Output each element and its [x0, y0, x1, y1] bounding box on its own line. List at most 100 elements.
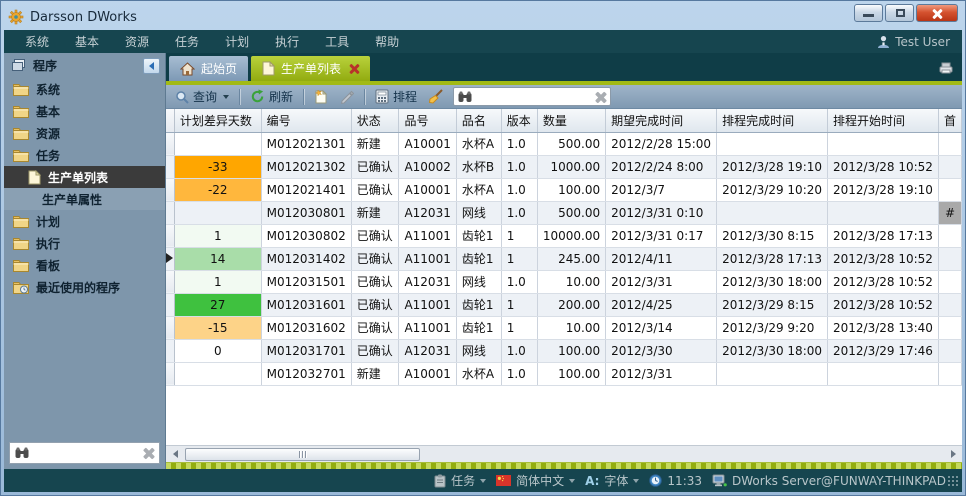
cell-item-name: 齿轮1 [456, 247, 501, 270]
query-button[interactable]: 查询 [171, 87, 233, 106]
column-header-5[interactable]: 版本 [501, 109, 537, 132]
sidebar-item-7[interactable]: 执行 [4, 232, 165, 254]
window-title: Darsson DWorks [30, 10, 137, 25]
sidebar-item-5[interactable]: 生产单属性 [4, 188, 165, 210]
scrollbar-thumb[interactable] [185, 448, 420, 461]
cell-order-no: M012021401 [261, 178, 351, 201]
row-selector-cell[interactable] [166, 247, 174, 270]
menu-item-5[interactable]: 执行 [262, 33, 312, 50]
edit-button[interactable] [335, 88, 358, 105]
row-selector-cell[interactable] [166, 132, 174, 155]
column-header-6[interactable]: 数量 [537, 109, 605, 132]
row-selector-cell[interactable] [166, 293, 174, 316]
cell-order-no: M012030802 [261, 224, 351, 247]
maximize-button[interactable] [885, 4, 914, 22]
column-header-7[interactable]: 期望完成时间 [606, 109, 717, 132]
user-indicator[interactable]: Test User [877, 35, 954, 49]
cell-plan-diff-days: -15 [174, 316, 261, 339]
cell-qty: 10.00 [537, 316, 605, 339]
row-selector-cell[interactable] [166, 224, 174, 247]
menu-item-2[interactable]: 资源 [112, 33, 162, 50]
new-button[interactable] [310, 88, 332, 106]
scroll-right-button[interactable] [945, 447, 961, 461]
table-row[interactable]: -33M012021302已确认A10002水杯B1.01000.002012/… [166, 155, 962, 178]
cell-sched-start-time: 2012/3/28 10:52 [828, 270, 939, 293]
sidebar-search-input[interactable] [33, 446, 138, 460]
close-button[interactable] [916, 4, 958, 22]
column-header-1[interactable]: 编号 [261, 109, 351, 132]
column-header-0[interactable]: 计划差异天数 [174, 109, 261, 132]
scroll-left-button[interactable] [167, 447, 183, 461]
menu-item-4[interactable]: 计划 [212, 33, 262, 50]
sidebar-item-8[interactable]: 看板 [4, 254, 165, 276]
column-header-3[interactable]: 品号 [399, 109, 456, 132]
cell-status: 已确认 [351, 247, 399, 270]
search-icon [175, 90, 189, 104]
menu-item-1[interactable]: 基本 [62, 33, 112, 50]
column-header-9[interactable]: 排程开始时间 [828, 109, 939, 132]
table-row[interactable]: M012030801新建A12031网线1.0500.002012/3/31 0… [166, 201, 962, 224]
tab-1[interactable]: 生产单列表 [251, 56, 370, 81]
table-row[interactable]: -22M012021401已确认A10001水杯A1.0100.002012/3… [166, 178, 962, 201]
sidebar-search-clear-icon[interactable] [142, 447, 154, 459]
menu-item-7[interactable]: 帮助 [362, 33, 412, 50]
toolbar-search-input[interactable] [476, 90, 590, 104]
content-area: 起始页生产单列表 [166, 53, 962, 469]
row-selector-cell[interactable] [166, 201, 174, 224]
horizontal-scrollbar[interactable] [166, 445, 962, 462]
menu-item-3[interactable]: 任务 [162, 33, 212, 50]
row-selector-cell[interactable] [166, 339, 174, 362]
table-row[interactable]: 1M012031501已确认A12031网线1.010.002012/3/312… [166, 270, 962, 293]
cell-overflow [938, 247, 961, 270]
sidebar-item-2[interactable]: 资源 [4, 122, 165, 144]
tab-0[interactable]: 起始页 [169, 56, 248, 81]
row-selector-cell[interactable] [166, 362, 174, 385]
sidebar-collapse-button[interactable] [143, 58, 160, 74]
tab-list-icon[interactable] [938, 62, 954, 75]
sidebar-item-1[interactable]: 基本 [4, 100, 165, 122]
table-row[interactable]: M012021301新建A10001水杯A1.0500.002012/2/28 … [166, 132, 962, 155]
table-row[interactable]: 27M012031601已确认A11001齿轮11200.002012/4/25… [166, 293, 962, 316]
cell-item-no: A11001 [399, 293, 456, 316]
sidebar-search-box [9, 442, 160, 464]
cell-qty: 500.00 [537, 201, 605, 224]
table-row[interactable]: 14M012031402已确认A11001齿轮11245.002012/4/11… [166, 247, 962, 270]
sidebar-item-9[interactable]: 最近使用的程序 [4, 276, 165, 298]
clean-button[interactable] [424, 88, 448, 105]
table-row[interactable]: 1M012030802已确认A11001齿轮1110000.002012/3/3… [166, 224, 962, 247]
column-header-8[interactable]: 排程完成时间 [717, 109, 828, 132]
column-header-4[interactable]: 品名 [456, 109, 501, 132]
minimize-button[interactable] [854, 4, 883, 22]
statusbar-clock: 11:33 [649, 474, 702, 488]
statusbar-font-menu[interactable]: A: 字体 [585, 472, 639, 489]
row-selector-cell[interactable] [166, 270, 174, 293]
calculator-icon [375, 89, 389, 104]
arrow-left-icon [173, 450, 178, 458]
column-header-2[interactable]: 状态 [351, 109, 399, 132]
sidebar-item-4[interactable]: 生产单列表 [4, 166, 165, 188]
row-selector-cell[interactable] [166, 316, 174, 339]
schedule-button[interactable]: 排程 [371, 87, 421, 106]
chevron-down-icon [223, 95, 229, 99]
sidebar-item-3[interactable]: 任务 [4, 144, 165, 166]
resize-grip[interactable] [948, 476, 958, 486]
tab-close-icon[interactable] [349, 64, 359, 74]
statusbar-task-menu[interactable]: 任务 [434, 472, 486, 489]
toolbar-search-clear-icon[interactable] [594, 91, 606, 103]
cell-version: 1.0 [501, 155, 537, 178]
table-row[interactable]: M012032701新建A10001水杯A1.0100.002012/3/31 [166, 362, 962, 385]
close-icon [932, 9, 942, 19]
table-row[interactable]: -15M012031602已确认A11001齿轮1110.002012/3/14… [166, 316, 962, 339]
statusbar-language-menu[interactable]: 简体中文 [496, 472, 575, 489]
sidebar-header: 程序 [4, 53, 165, 78]
column-header-10[interactable]: 首 [938, 109, 961, 132]
menu-item-6[interactable]: 工具 [312, 33, 362, 50]
row-selector-cell[interactable] [166, 155, 174, 178]
refresh-button[interactable]: 刷新 [246, 87, 297, 106]
sidebar-item-0[interactable]: 系统 [4, 78, 165, 100]
cell-qty: 100.00 [537, 178, 605, 201]
menu-item-0[interactable]: 系统 [12, 33, 62, 50]
sidebar-item-6[interactable]: 计划 [4, 210, 165, 232]
table-row[interactable]: 0M012031701已确认A12031网线1.0100.002012/3/30… [166, 339, 962, 362]
row-selector-cell[interactable] [166, 178, 174, 201]
